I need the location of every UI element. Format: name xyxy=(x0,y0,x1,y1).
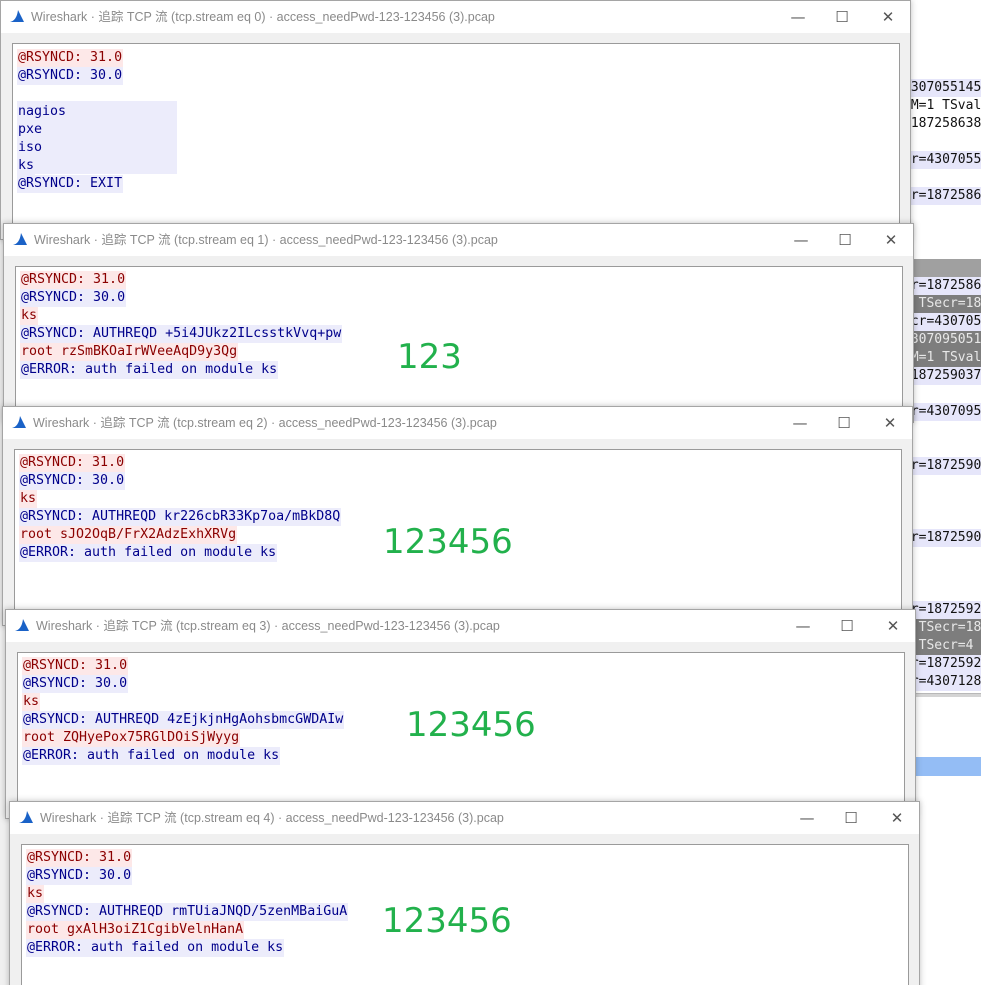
stream-line: iso xyxy=(17,139,44,157)
maximize-button[interactable]: ☐ xyxy=(834,229,856,251)
close-button[interactable]: ✕ xyxy=(882,615,904,637)
packet-row[interactable]: cr=4307055 xyxy=(899,151,981,169)
password-note: 123 xyxy=(397,337,462,377)
close-button[interactable]: ✕ xyxy=(886,807,908,829)
stream-content[interactable]: @RSYNCD: 31.0 @RSYNCD: 30.0 ks @RSYNCD: … xyxy=(14,449,902,625)
stream-line: @RSYNCD: 31.0 xyxy=(17,49,124,67)
maximize-button[interactable]: ☐ xyxy=(840,807,862,829)
packet-row[interactable]: =1872586385 xyxy=(899,115,981,133)
password-note: 123456 xyxy=(383,522,513,562)
packet-row[interactable] xyxy=(899,205,981,223)
minimize-button[interactable]: — xyxy=(792,615,814,637)
title-bar[interactable]: Wireshark · 追踪 TCP 流 (tcp.stream eq 1) ·… xyxy=(4,224,913,256)
stream-line: nagios xyxy=(17,103,68,121)
stream-line: @RSYNCD: 30.0 xyxy=(19,472,126,490)
stream-line: ks xyxy=(26,885,45,903)
stream-content[interactable]: @RSYNCD: 31.0 @RSYNCD: 30.0 ks @RSYNCD: … xyxy=(15,266,903,422)
stream-line: ks xyxy=(19,490,38,508)
packet-row[interactable] xyxy=(899,169,981,187)
stream-line: root ZQHyePox75RGlDOiSjWyyg xyxy=(22,729,241,747)
follow-stream-window-1[interactable]: Wireshark · 追踪 TCP 流 (tcp.stream eq 1) ·… xyxy=(3,223,914,423)
close-button[interactable]: ✕ xyxy=(880,229,902,251)
stream-line: @RSYNCD: AUTHREQD kr226cbR33Kp7oa/mBkD8Q xyxy=(19,508,342,526)
password-note: 123456 xyxy=(406,705,536,745)
stream-content[interactable]: @RSYNCD: 31.0 @RSYNCD: 30.0 ks @RSYNCD: … xyxy=(17,652,905,818)
stream-line: @ERROR: auth failed on module ks xyxy=(26,939,285,957)
stream-line: @RSYNCD: 30.0 xyxy=(26,867,133,885)
stream-line: @RSYNCD: 31.0 xyxy=(22,657,129,675)
wireshark-fin-icon xyxy=(19,811,33,823)
title-bar[interactable]: Wireshark · 追踪 TCP 流 (tcp.stream eq 4) ·… xyxy=(10,802,919,834)
window-title: Wireshark · 追踪 TCP 流 (tcp.stream eq 2) ·… xyxy=(33,416,497,430)
minimize-button[interactable]: — xyxy=(787,6,809,28)
stream-line: @RSYNCD: AUTHREQD +5i4JUkz2ILcsstkVvq+pw xyxy=(20,325,343,343)
window-title: Wireshark · 追踪 TCP 流 (tcp.stream eq 3) ·… xyxy=(36,619,500,633)
stream-line: @RSYNCD: 30.0 xyxy=(22,675,129,693)
stream-line: @RSYNCD: 30.0 xyxy=(20,289,127,307)
packet-row[interactable]: cr=1872586 xyxy=(899,187,981,205)
follow-stream-window-0[interactable]: Wireshark · 追踪 TCP 流 (tcp.stream eq 0) ·… xyxy=(0,0,911,240)
maximize-button[interactable]: ☐ xyxy=(831,6,853,28)
packet-row[interactable] xyxy=(899,133,981,151)
stream-line: pxe xyxy=(17,121,44,139)
title-bar[interactable]: Wireshark · 追踪 TCP 流 (tcp.stream eq 0) ·… xyxy=(1,1,910,33)
wireshark-fin-icon xyxy=(10,10,24,22)
stream-content[interactable]: @RSYNCD: 31.0 @RSYNCD: 30.0 nagios pxe i… xyxy=(12,43,900,239)
stream-line: @RSYNCD: 30.0 xyxy=(17,67,124,85)
stream-line: @ERROR: auth failed on module ks xyxy=(19,544,278,562)
stream-line: @RSYNCD: 31.0 xyxy=(20,271,127,289)
minimize-button[interactable]: — xyxy=(789,412,811,434)
follow-stream-window-4[interactable]: Wireshark · 追踪 TCP 流 (tcp.stream eq 4) ·… xyxy=(9,801,920,985)
wireshark-fin-icon xyxy=(12,416,26,428)
follow-stream-window-3[interactable]: Wireshark · 追踪 TCP 流 (tcp.stream eq 3) ·… xyxy=(5,609,916,819)
password-note: 123456 xyxy=(382,901,512,941)
stream-line: ks xyxy=(20,307,39,325)
stream-line: @RSYNCD: AUTHREQD rmTUiaJNQD/5zenMBaiGuA xyxy=(26,903,349,921)
stream-line: @ERROR: auth failed on module ks xyxy=(22,747,281,765)
stream-line: @RSYNCD: 31.0 xyxy=(26,849,133,867)
title-bar[interactable]: Wireshark · 追踪 TCP 流 (tcp.stream eq 3) ·… xyxy=(6,610,915,642)
title-bar[interactable]: Wireshark · 追踪 TCP 流 (tcp.stream eq 2) ·… xyxy=(3,407,912,439)
packet-row[interactable]: RM=1 TSval xyxy=(899,97,981,115)
stream-line: root gxAlH3oiZ1CgibVelnHanA xyxy=(26,921,245,939)
stream-line: root sJO2OqB/FrX2AdzExhXRVg xyxy=(19,526,238,544)
stream-line: @RSYNCD: EXIT xyxy=(17,175,124,193)
stream-line: @RSYNCD: AUTHREQD 4zEjkjnHgAohsbmcGWDAIw xyxy=(22,711,345,729)
wireshark-fin-icon xyxy=(13,233,27,245)
follow-stream-window-2[interactable]: Wireshark · 追踪 TCP 流 (tcp.stream eq 2) ·… xyxy=(2,406,913,626)
maximize-button[interactable]: ☐ xyxy=(836,615,858,637)
minimize-button[interactable]: — xyxy=(790,229,812,251)
window-title: Wireshark · 追踪 TCP 流 (tcp.stream eq 4) ·… xyxy=(40,811,504,825)
stream-line: @ERROR: auth failed on module ks xyxy=(20,361,279,379)
close-button[interactable]: ✕ xyxy=(879,412,901,434)
stream-line xyxy=(17,85,19,103)
packet-row[interactable]: 4307055145 xyxy=(899,79,981,97)
stream-line: root rzSmBKOaIrWVeeAqD9y3Qg xyxy=(20,343,239,361)
stream-content[interactable]: @RSYNCD: 31.0 @RSYNCD: 30.0 ks @RSYNCD: … xyxy=(21,844,909,985)
minimize-button[interactable]: — xyxy=(796,807,818,829)
stream-line: ks xyxy=(17,157,36,175)
maximize-button[interactable]: ☐ xyxy=(833,412,855,434)
stream-line: @RSYNCD: 31.0 xyxy=(19,454,126,472)
window-title: Wireshark · 追踪 TCP 流 (tcp.stream eq 1) ·… xyxy=(34,233,498,247)
window-title: Wireshark · 追踪 TCP 流 (tcp.stream eq 0) ·… xyxy=(31,10,495,24)
wireshark-fin-icon xyxy=(15,619,29,631)
close-button[interactable]: ✕ xyxy=(877,6,899,28)
stream-line: ks xyxy=(22,693,41,711)
